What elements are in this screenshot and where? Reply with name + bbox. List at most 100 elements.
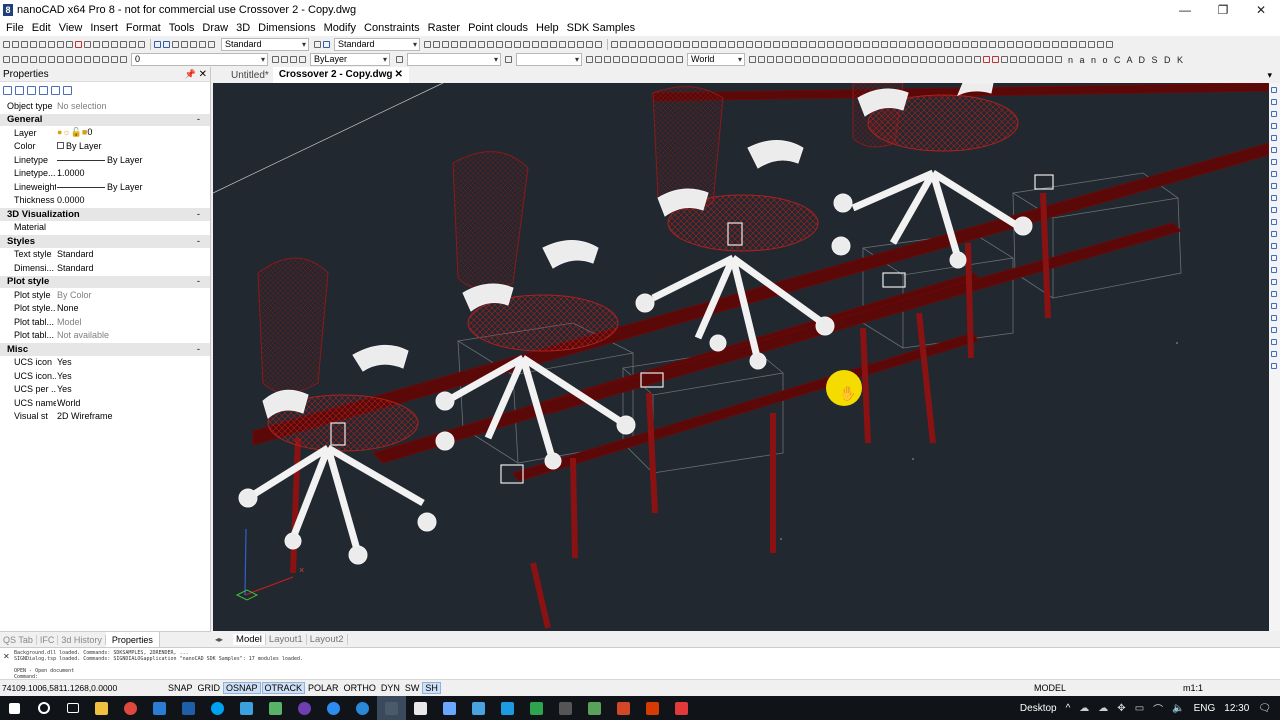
back-view-icon[interactable] xyxy=(794,56,801,63)
box-icon[interactable] xyxy=(848,56,855,63)
search-button[interactable] xyxy=(29,696,58,720)
nav-object-icon[interactable] xyxy=(1271,303,1277,309)
close-panel-icon[interactable]: ✕ xyxy=(199,69,207,80)
pin-icon[interactable]: 📌 xyxy=(185,69,196,80)
nav-fly-icon[interactable] xyxy=(1271,147,1277,153)
audit-icon[interactable] xyxy=(899,41,906,48)
property-value[interactable]: Yes xyxy=(56,384,72,394)
hatch-icon[interactable] xyxy=(469,41,476,48)
nav-scale-icon[interactable] xyxy=(1271,291,1277,297)
align-icon[interactable] xyxy=(746,41,753,48)
text-style-icon[interactable] xyxy=(199,41,206,48)
nav-center-icon[interactable] xyxy=(1271,171,1277,177)
aligned-dim-icon[interactable] xyxy=(595,56,602,63)
nav-up-icon[interactable] xyxy=(1271,195,1277,201)
section-styles[interactable]: Styles - xyxy=(0,234,210,248)
ungroup-icon[interactable] xyxy=(998,41,1005,48)
property-value[interactable]: Standard xyxy=(56,249,94,259)
property-value[interactable]: By Layer xyxy=(56,141,102,151)
tool-palette-icon[interactable] xyxy=(845,41,852,48)
start-button[interactable] xyxy=(0,696,29,720)
osnap-settings-icon[interactable] xyxy=(1070,41,1077,48)
group-icon[interactable] xyxy=(989,41,996,48)
menu-tools[interactable]: Tools xyxy=(169,22,195,34)
property-row-plot-style[interactable]: Plot style By Color xyxy=(0,288,210,302)
baseline-dim-icon[interactable] xyxy=(640,56,647,63)
tolerance-icon[interactable] xyxy=(667,56,674,63)
top-view-icon[interactable] xyxy=(749,56,756,63)
unhide-icon[interactable] xyxy=(1034,41,1041,48)
collapse-icon[interactable]: - xyxy=(197,209,200,220)
attribute-icon[interactable] xyxy=(971,41,978,48)
chamfer-icon[interactable] xyxy=(692,41,699,48)
taskbar-app[interactable] xyxy=(261,696,290,720)
section-plot-style[interactable]: Plot style - xyxy=(0,274,210,288)
taskbar-app-nanocad[interactable] xyxy=(377,696,406,720)
block-icon[interactable] xyxy=(505,41,512,48)
network-icon[interactable]: ⌒ xyxy=(1153,701,1163,716)
taskbar-app[interactable] xyxy=(435,696,464,720)
line-icon[interactable] xyxy=(424,41,431,48)
nav-top-icon[interactable] xyxy=(1271,327,1277,333)
cloud-icon[interactable]: ☁ xyxy=(1098,703,1108,714)
draw-tool-icons[interactable] xyxy=(424,37,604,52)
lineweight-icons[interactable] xyxy=(505,52,514,67)
dimension-style-icon[interactable] xyxy=(208,41,215,48)
paste-icon[interactable] xyxy=(57,41,64,48)
shade-icon[interactable] xyxy=(1019,56,1026,63)
ucs-z-icon[interactable] xyxy=(102,56,109,63)
nav-previous-icon[interactable] xyxy=(1271,231,1277,237)
nav-look-icon[interactable] xyxy=(1271,159,1277,165)
taskbar-app[interactable] xyxy=(493,696,522,720)
menu-draw[interactable]: Draw xyxy=(202,22,228,34)
loft-icon[interactable] xyxy=(929,56,936,63)
property-value[interactable]: Yes xyxy=(56,357,72,367)
torus-icon[interactable] xyxy=(893,56,900,63)
property-row-ucs-icon-origin[interactable]: UCS icon... Yes xyxy=(0,369,210,383)
text-style-dropdown[interactable]: Standard xyxy=(221,38,309,51)
maximize-button[interactable]: ❐ xyxy=(1204,0,1242,19)
trim-icon[interactable] xyxy=(665,41,672,48)
linetype-dropdown[interactable] xyxy=(407,53,501,66)
dimension-style-dropdown[interactable]: Standard xyxy=(334,38,420,51)
se-iso-icon[interactable] xyxy=(812,56,819,63)
menu-raster[interactable]: Raster xyxy=(428,22,460,34)
new-file-icon[interactable] xyxy=(3,41,10,48)
alphabetical-icon[interactable] xyxy=(51,86,60,95)
continue-dim-icon[interactable] xyxy=(649,56,656,63)
radius-dim-icon[interactable] xyxy=(613,56,620,63)
hide-lines-icon[interactable] xyxy=(1028,56,1035,63)
pan-icon[interactable] xyxy=(102,41,109,48)
ellipse-icon[interactable] xyxy=(541,41,548,48)
right-view-icon[interactable] xyxy=(776,56,783,63)
property-row-thickness[interactable]: Thickness 0.0000 xyxy=(0,194,210,208)
taskbar-app[interactable] xyxy=(290,696,319,720)
redo-icon[interactable] xyxy=(93,41,100,48)
front-view-icon[interactable] xyxy=(785,56,792,63)
taskbar-app[interactable] xyxy=(667,696,696,720)
hide-icon[interactable] xyxy=(1025,41,1032,48)
id-point-icon[interactable] xyxy=(800,41,807,48)
ucs-x-icon[interactable] xyxy=(84,56,91,63)
property-value[interactable]: Yes xyxy=(56,371,72,381)
nav-rewind-icon[interactable] xyxy=(1271,183,1277,189)
extend-icon[interactable] xyxy=(674,41,681,48)
menu-edit[interactable]: Edit xyxy=(32,22,51,34)
tab-ifc[interactable]: IFC xyxy=(37,634,59,645)
property-row-text-style[interactable]: Text style Standard xyxy=(0,248,210,262)
taskbar-app[interactable] xyxy=(348,696,377,720)
file-tool-icons[interactable] xyxy=(3,37,147,52)
property-row-dim-style[interactable]: Dimensi... Standard xyxy=(0,261,210,275)
copy-icon[interactable] xyxy=(48,41,55,48)
property-value[interactable]: 0.0000 xyxy=(56,195,85,205)
grid-toggle[interactable]: GRID xyxy=(196,683,223,693)
view-3d-icon[interactable] xyxy=(163,41,170,48)
layer-manager-icon[interactable] xyxy=(120,56,127,63)
visual-styles-icon[interactable] xyxy=(1010,56,1017,63)
property-value[interactable]: World xyxy=(56,398,80,408)
property-row-plot-style-table[interactable]: Plot style... None xyxy=(0,302,210,316)
bottom-view-icon[interactable] xyxy=(758,56,765,63)
taskbar-app[interactable] xyxy=(522,696,551,720)
section-3d-visualization[interactable]: 3D Visualization - xyxy=(0,207,210,221)
nav-in-icon[interactable] xyxy=(1271,255,1277,261)
